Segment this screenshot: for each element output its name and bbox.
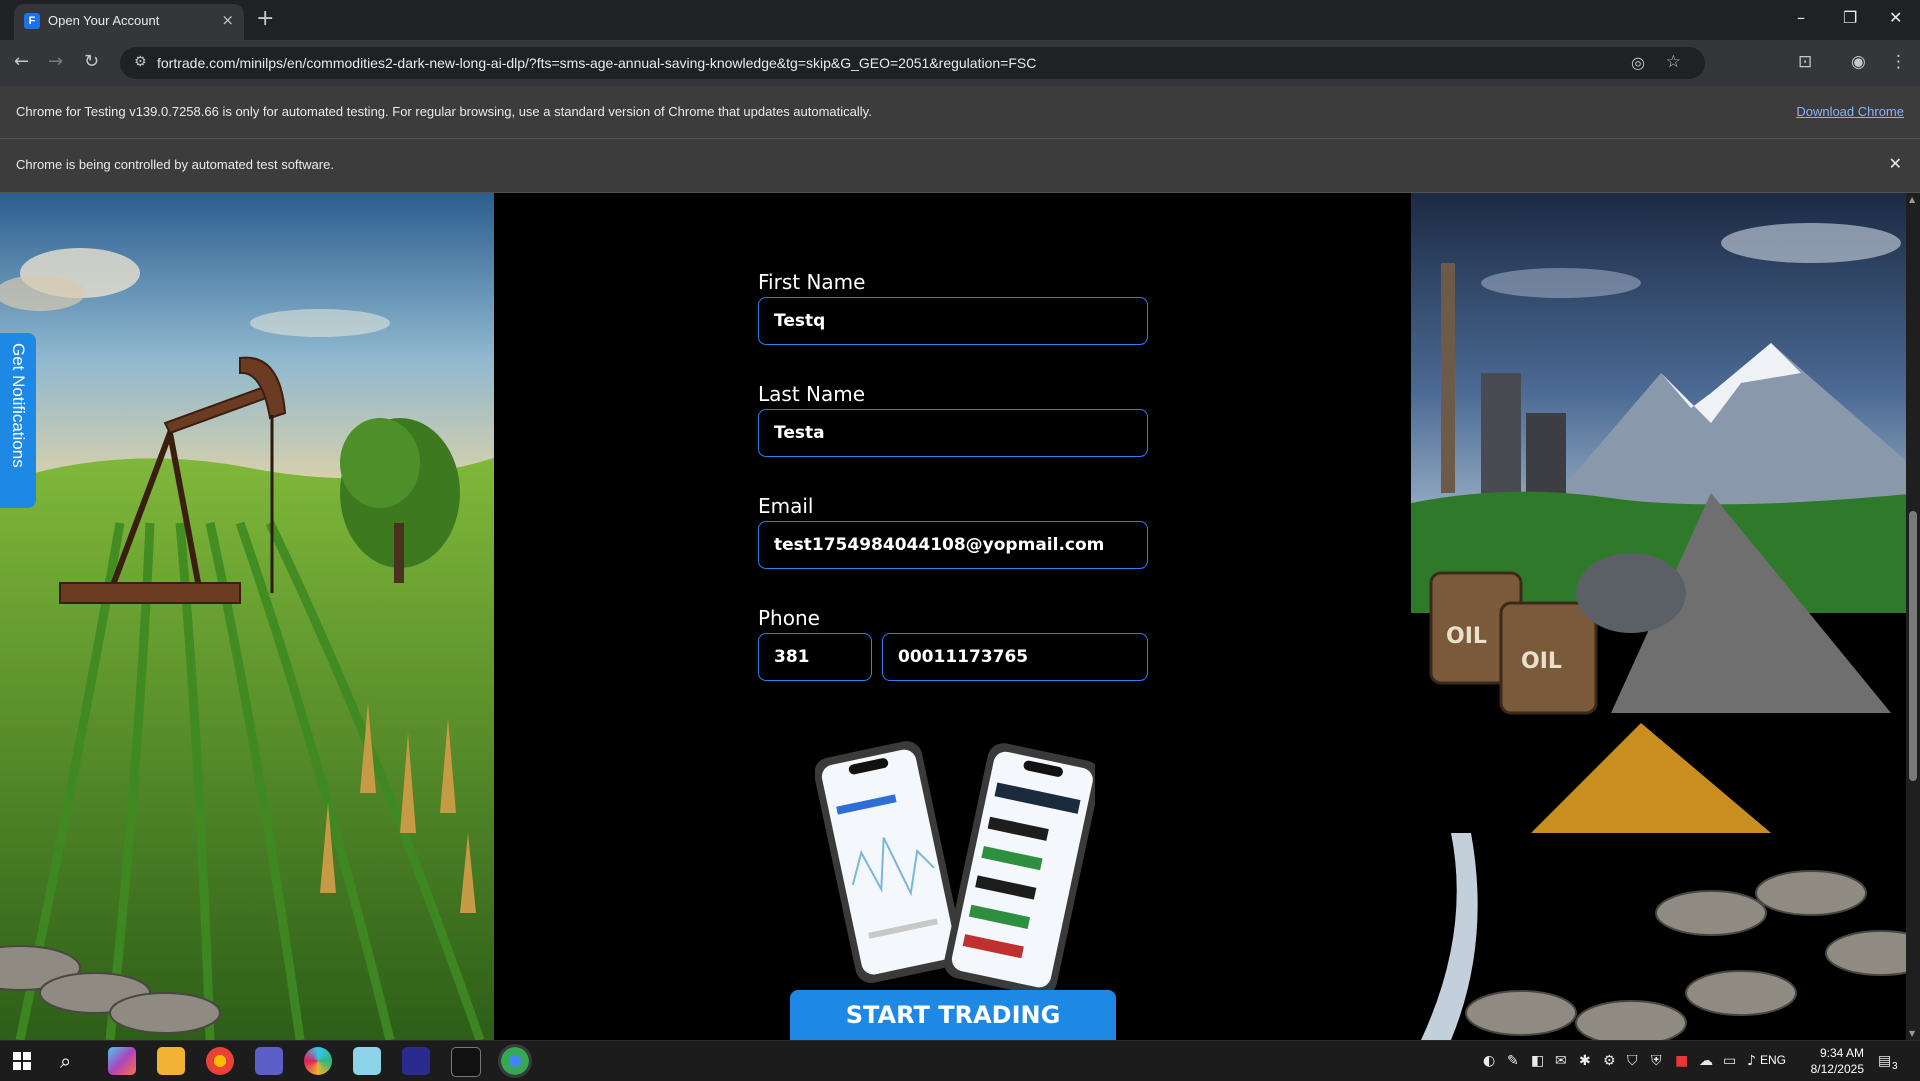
- terminal-icon[interactable]: [451, 1047, 481, 1077]
- network-icon[interactable]: ▭: [1723, 1053, 1736, 1069]
- fortrade-favicon-icon: F: [24, 13, 40, 29]
- tab-search-icon[interactable]: ⊡: [1798, 52, 1812, 72]
- email-label: Email: [758, 494, 814, 518]
- barrel-label-1: OIL: [1446, 624, 1487, 649]
- testing-infobar: Chrome for Testing v139.0.7258.66 is onl…: [0, 86, 1920, 139]
- right-commodities-illustration: OIL OIL: [1411, 193, 1920, 1040]
- tray-pen-icon[interactable]: ✎: [1507, 1053, 1519, 1069]
- url-text[interactable]: fortrade.com/minilps/en/commodities2-dar…: [157, 55, 1036, 71]
- email-field[interactable]: test1754984044108@yopmail.com: [758, 521, 1148, 569]
- eye-off-icon[interactable]: ◎: [1631, 53, 1645, 72]
- testing-message: Chrome for Testing v139.0.7258.66 is onl…: [16, 104, 872, 119]
- start-trading-button[interactable]: START TRADING: [790, 990, 1116, 1040]
- page-content: Get Notifications First Name Testq Last …: [0, 193, 1920, 1040]
- site-info-icon[interactable]: ⚙: [134, 54, 147, 70]
- tab-close-icon[interactable]: ×: [221, 11, 234, 29]
- tray-shield-icon[interactable]: ⛉: [1627, 1053, 1638, 1069]
- file-explorer-icon[interactable]: [157, 1047, 185, 1075]
- page-scrollbar[interactable]: ▲ ▼: [1906, 193, 1920, 1040]
- automation-message: Chrome is being controlled by automated …: [16, 157, 334, 172]
- notes-app-icon[interactable]: [353, 1047, 381, 1075]
- language-indicator[interactable]: ENG: [1760, 1053, 1786, 1067]
- tray-outlook-icon[interactable]: ✉: [1555, 1053, 1567, 1069]
- address-bar[interactable]: ⚙ fortrade.com/minilps/en/commodities2-d…: [120, 47, 1705, 79]
- first-name-label: First Name: [758, 270, 866, 294]
- new-tab-button[interactable]: +: [256, 6, 274, 31]
- back-button[interactable]: ←: [14, 51, 29, 72]
- infobar-close-icon[interactable]: ✕: [1889, 154, 1902, 173]
- menu-icon[interactable]: ⋮: [1890, 52, 1907, 72]
- clock-time: 9:34 AM: [1819, 1046, 1864, 1060]
- tab-title: Open Your Account: [48, 13, 160, 28]
- browser-tab-strip: F Open Your Account × + – ❐ ✕: [0, 0, 1920, 40]
- forward-button[interactable]: →: [48, 51, 63, 72]
- restore-button[interactable]: ❐: [1843, 8, 1857, 27]
- copilot-icon[interactable]: [108, 1047, 136, 1075]
- tray-settings-icon[interactable]: ⚙: [1603, 1053, 1616, 1069]
- scrollbar-thumb[interactable]: [1909, 511, 1917, 781]
- phone-code-field[interactable]: 381: [758, 633, 872, 681]
- windows-taskbar: ⌕ ◐ ✎ ◧ ✉ ✱ ⚙ ⛉ ⛨ ■ ☁ ▭ ♪ ENG 9:34 AM 8/…: [0, 1040, 1920, 1081]
- tray-app-icon[interactable]: ◐: [1483, 1053, 1495, 1069]
- intellij-icon[interactable]: [402, 1047, 430, 1075]
- windows-start-icon[interactable]: [13, 1052, 31, 1070]
- automation-infobar: Chrome is being controlled by automated …: [0, 139, 1920, 193]
- slack-icon[interactable]: [304, 1047, 332, 1075]
- search-icon[interactable]: ⌕: [60, 1049, 71, 1073]
- scroll-down-icon[interactable]: ▼: [1909, 1029, 1915, 1038]
- tray-red-app-icon[interactable]: ■: [1675, 1053, 1688, 1069]
- tray-teams-icon[interactable]: ◧: [1531, 1053, 1544, 1069]
- window-close-button[interactable]: ✕: [1889, 8, 1902, 27]
- tray-cloud-icon[interactable]: ☁: [1699, 1053, 1713, 1069]
- notification-count: 3: [1892, 1061, 1898, 1072]
- profile-icon[interactable]: ◉: [1851, 52, 1866, 72]
- scroll-up-icon[interactable]: ▲: [1909, 195, 1915, 204]
- get-notifications-tab[interactable]: Get Notifications: [0, 333, 36, 508]
- first-name-field[interactable]: Testq: [758, 297, 1148, 345]
- last-name-label: Last Name: [758, 382, 866, 406]
- volume-icon[interactable]: ♪: [1747, 1053, 1756, 1069]
- phones-mockup-image: [814, 728, 1101, 998]
- barrel-label-2: OIL: [1521, 649, 1562, 674]
- clock[interactable]: 9:34 AM 8/12/2025: [1811, 1045, 1864, 1077]
- phone-number-field[interactable]: 00011173765: [882, 633, 1148, 681]
- get-notifications-label: Get Notifications: [9, 343, 28, 468]
- download-chrome-link[interactable]: Download Chrome: [1796, 104, 1904, 119]
- teams-icon[interactable]: [255, 1047, 283, 1075]
- chrome-testing-icon[interactable]: [498, 1044, 532, 1078]
- reload-button[interactable]: ↻: [84, 51, 99, 72]
- chrome-icon[interactable]: [206, 1047, 234, 1075]
- tray-slack-icon[interactable]: ✱: [1579, 1053, 1591, 1069]
- minimize-button[interactable]: –: [1797, 8, 1805, 27]
- last-name-field[interactable]: Testa: [758, 409, 1148, 457]
- browser-tab[interactable]: F Open Your Account ×: [14, 4, 244, 40]
- bookmark-star-icon[interactable]: ☆: [1666, 52, 1681, 72]
- tray-security-icon[interactable]: ⛨: [1651, 1053, 1662, 1069]
- clock-date: 8/12/2025: [1810, 1062, 1864, 1076]
- left-farm-illustration: [0, 193, 494, 1040]
- notification-center-icon[interactable]: ▤: [1878, 1053, 1891, 1069]
- phone-label: Phone: [758, 606, 820, 630]
- browser-toolbar: ← → ↻ ⚙ fortrade.com/minilps/en/commodit…: [0, 40, 1920, 86]
